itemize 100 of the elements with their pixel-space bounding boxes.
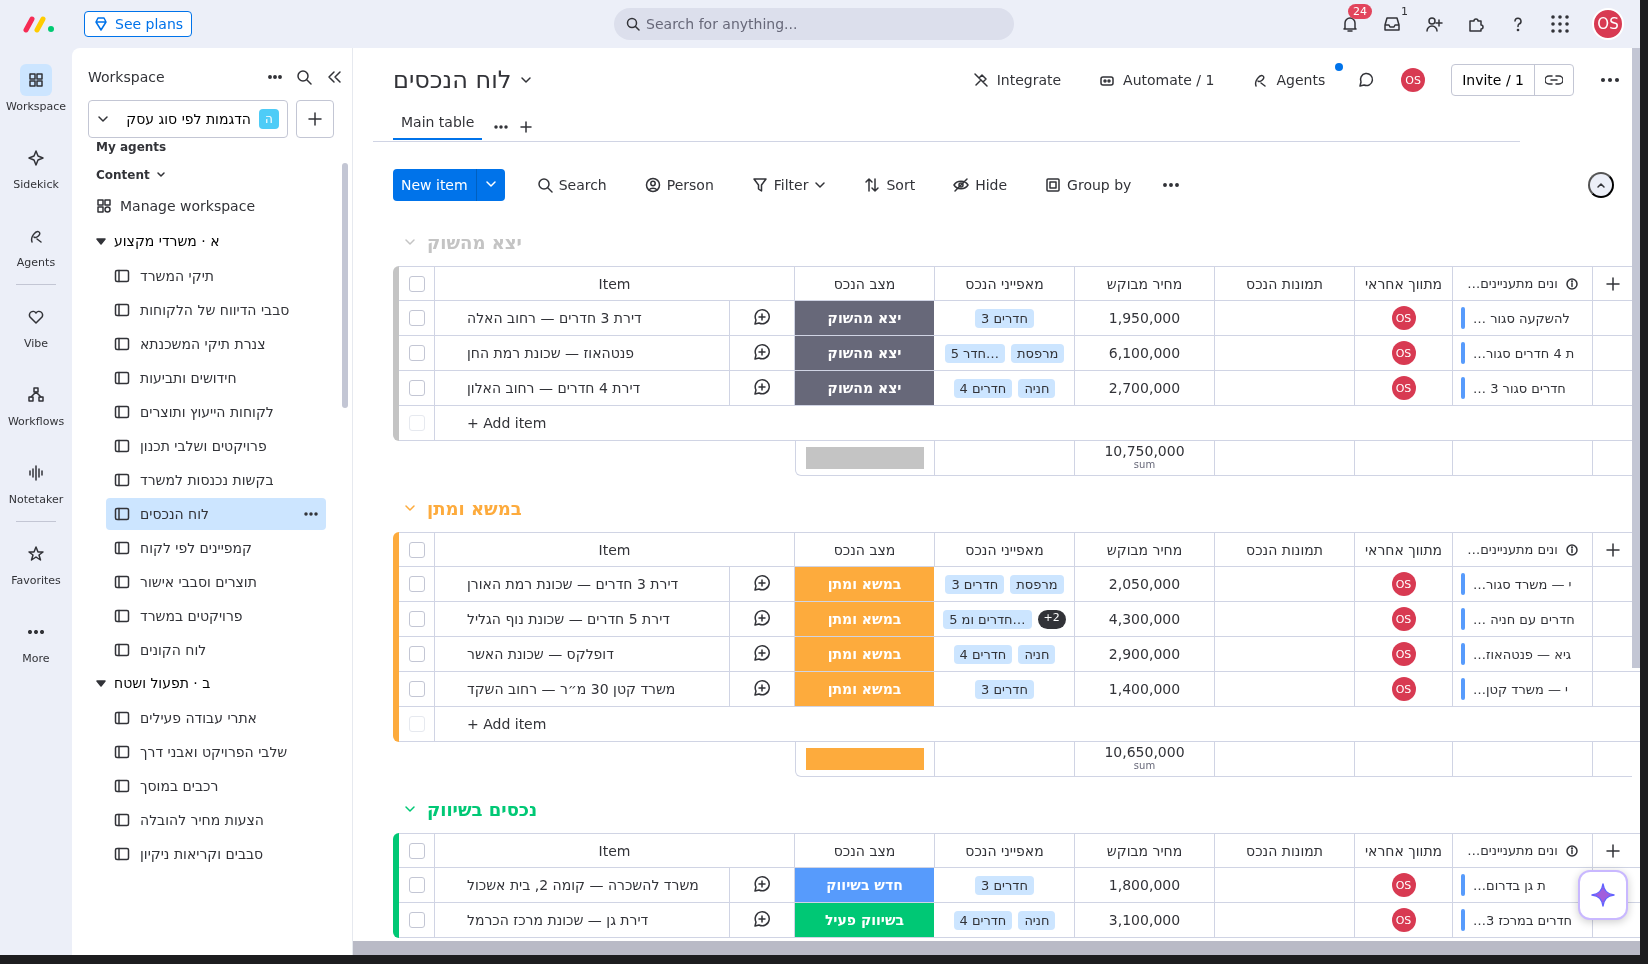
board-item[interactable]: בקשות נכנסות למשרד (106, 464, 326, 496)
connected-item[interactable]: … חדרים עם חניה (1473, 611, 1575, 627)
item-name[interactable]: דירת 3 חדרים — שכונת רמת האורן (435, 567, 730, 601)
board-item[interactable]: שלבי הפרויקט ואבני דרך (106, 736, 326, 768)
section-label[interactable]: My agents (88, 142, 342, 156)
item-name[interactable]: משרד קטן 30 מ״ר — רחוב השקד (435, 672, 730, 706)
board-item[interactable]: סבבי הדיווח של הלקוחות (106, 294, 326, 326)
add-item-link[interactable]: + Add item (467, 716, 547, 732)
see-plans-button[interactable]: See plans (84, 11, 193, 37)
folder-item[interactable]: ב · תפעול ושטח (88, 666, 342, 700)
board-item[interactable]: פרויקטים במשרד (106, 600, 326, 632)
rail-item[interactable]: Vibe (4, 295, 68, 356)
column-header: Item (435, 267, 795, 300)
workspace-dropdown[interactable]: ה הדגמות לפי סוג עסק (88, 100, 288, 138)
group-title: נכסים בשיווק (427, 798, 538, 820)
column-header: מצב הנכס (795, 267, 935, 300)
toolbar-button[interactable]: Filter (745, 176, 833, 194)
column-header: מחיר מבוקש (1075, 834, 1215, 867)
header-action[interactable]: Agents (1246, 71, 1332, 89)
person-avatar[interactable]: OS (1391, 873, 1416, 897)
toolbar-button[interactable]: Group by (1039, 176, 1138, 194)
rail-item[interactable]: Sidekick (4, 136, 68, 197)
item-name[interactable]: דופלקס — שכונת האשר (435, 637, 730, 671)
item-name[interactable]: דירת 3 חדרים — רחוב האלה (435, 301, 730, 335)
person-avatar[interactable]: OS (1391, 642, 1416, 666)
board-item[interactable]: לקוחות הייעוץ ותוצרים (106, 396, 326, 428)
board-item[interactable]: תיקי המשרד (106, 260, 326, 292)
person-avatar[interactable]: OS (1391, 341, 1416, 365)
column-header: מחיר מבוקש (1075, 533, 1215, 566)
view-tab[interactable]: Main table (393, 113, 483, 140)
rail-item[interactable]: Workflows (4, 373, 68, 434)
board-item[interactable]: הצעות מחיר להובלה (106, 804, 326, 836)
workspace-badge: ה (259, 109, 279, 129)
count-label: 1 (1400, 4, 1409, 19)
rail-item[interactable]: Workspace (4, 58, 68, 119)
rail-item[interactable]: More (4, 610, 68, 671)
column-header: מאפייני הנכס (935, 834, 1075, 867)
board-title: לוח הנכסים (393, 66, 512, 94)
board-item[interactable]: סבבים וקריאות ניקיון (106, 838, 326, 870)
status-label[interactable]: יצא מהשוק (795, 336, 935, 370)
connected-item[interactable]: … 3 חדרים סגור (1473, 380, 1566, 396)
board-item[interactable]: קמפיינים לפי לקוח (106, 532, 326, 564)
connected-item[interactable]: …ת 4 חדרים סגור (1473, 345, 1575, 361)
item-name[interactable]: פנטהאוז — שכונת רמת החן (435, 336, 730, 370)
column-header: תמונות הנכס (1215, 834, 1355, 867)
count-badge: 24 (1348, 4, 1372, 19)
group-title: במשא ומתן (427, 497, 522, 519)
person-avatar[interactable]: OS (1391, 572, 1416, 596)
rail-item[interactable]: Notetaker (4, 451, 68, 512)
board-item[interactable]: לוח הנכסים (106, 498, 326, 530)
user-avatar[interactable]: OS (1401, 68, 1426, 92)
header-action[interactable]: Integrate (966, 71, 1068, 89)
connected-item[interactable]: …גיא — פנטהאוז (1473, 646, 1572, 662)
toolbar-button[interactable]: Person (638, 176, 720, 194)
column-header: מצב הנכס (795, 834, 935, 867)
toolbar-button[interactable]: Sort (858, 176, 922, 194)
connected-item[interactable]: …י — משרד סגור (1473, 576, 1572, 592)
search-field[interactable]: Search for anything... (614, 8, 1015, 40)
connected-item[interactable]: …י — משרד קטן (1473, 681, 1568, 697)
user-avatar[interactable]: OS (1592, 8, 1624, 40)
item-name[interactable]: דירת 5 חדרים — שכונת נוף הגליל (435, 602, 730, 636)
tag: 3 חדרים (945, 574, 1005, 594)
table-cell: 2,900,000 (1075, 637, 1215, 671)
rail-item[interactable]: Favorites (4, 532, 68, 593)
board-item[interactable]: חידושים ותביעות (106, 362, 326, 394)
board-item[interactable]: פרויקטים ושלבי תכנון (106, 430, 326, 462)
person-avatar[interactable]: OS (1391, 677, 1416, 701)
person-avatar[interactable]: OS (1391, 376, 1416, 400)
more-count-badge: +2 (1037, 609, 1066, 629)
tag: 5 חדר… (944, 343, 1006, 363)
item-name[interactable]: משרד להשכרה — קומה 2, בית אשכול (435, 868, 730, 902)
toolbar-button[interactable]: Search (530, 176, 613, 194)
column-header: מאפייני הנכס (935, 533, 1075, 566)
group-title: יצא מהשוק (427, 231, 522, 253)
toolbar-button[interactable]: Hide (947, 176, 1014, 194)
connected-item[interactable]: …ת גן בדרום (1473, 877, 1546, 893)
board-item[interactable]: תוצרים וסבבי אישור (106, 566, 326, 598)
status-label[interactable]: יצא מהשוק (795, 371, 935, 405)
status-label[interactable]: יצא מהשוק (795, 301, 935, 335)
rail-item[interactable]: Agents (4, 214, 68, 275)
board-item[interactable]: אתרי עבודה פעילים (106, 702, 326, 734)
add-item-link[interactable]: + Add item (467, 415, 547, 431)
person-avatar[interactable]: OS (1391, 908, 1416, 932)
column-header: …ונים מתעניינים (1467, 843, 1558, 858)
item-name[interactable]: דירת 4 חדרים — רחוב האלון (435, 371, 730, 405)
connected-item[interactable]: …3 חדרים במרכז (1473, 912, 1573, 928)
table-cell: 2,700,000 (1075, 371, 1215, 405)
board-item[interactable]: לוח הקונים (106, 634, 326, 666)
item-name[interactable]: דירת גן — שכונת מרכז הכרמל (435, 903, 730, 937)
person-avatar[interactable]: OS (1391, 306, 1416, 330)
board-item[interactable]: רכבים במוסך (106, 770, 326, 802)
folder-item[interactable]: א · משרדי מקצוע (88, 224, 342, 258)
column-header: מתווך אחראי (1355, 267, 1453, 300)
header-action[interactable]: Automate / 1 (1093, 71, 1221, 89)
section-label[interactable]: Content (96, 168, 150, 182)
connected-item[interactable]: … להשקעה סגור (1473, 310, 1570, 326)
table-cell: 6,100,000 (1075, 336, 1215, 370)
manage-workspace-link[interactable]: Manage workspace (120, 198, 255, 214)
person-avatar[interactable]: OS (1391, 607, 1416, 631)
board-item[interactable]: צנרת תיקי המשכנתא (106, 328, 326, 360)
